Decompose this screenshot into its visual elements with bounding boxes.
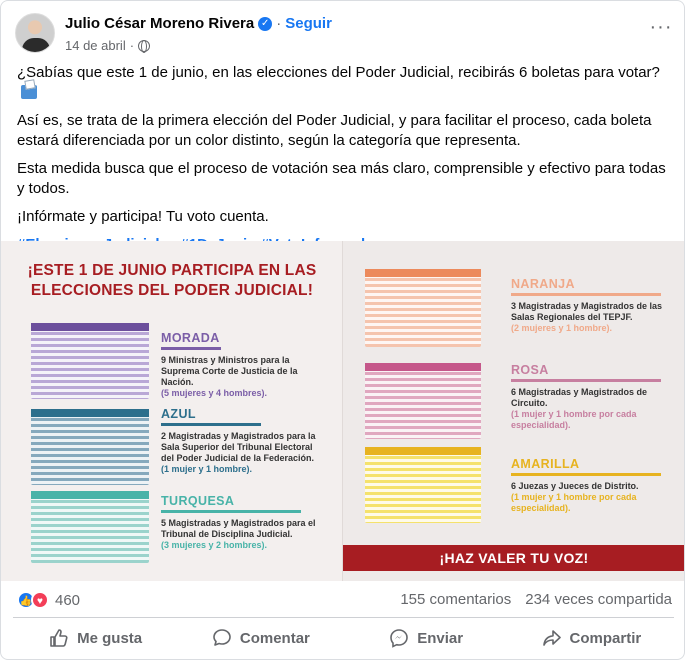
category-morada-title: MORADA <box>161 331 220 345</box>
send-label: Enviar <box>417 629 464 647</box>
avatar[interactable] <box>15 13 55 53</box>
category-naranja-desc: 3 Magistradas y Magistrados de las Salas… <box>511 301 663 322</box>
post-header: Julio César Moreno Rivera ✓ · Seguir 14 … <box>15 11 675 59</box>
infographic-cta-banner: ¡HAZ VALER TU VOZ! <box>343 545 684 571</box>
category-rosa-desc: 6 Magistradas y Magistrados de Circuito. <box>511 387 648 408</box>
ballot-amarilla-image <box>365 447 481 523</box>
reactions-summary[interactable]: 👍 ♥ 460 <box>17 591 80 609</box>
messenger-icon <box>390 629 408 648</box>
category-turquesa: TURQUESA 5 Magistradas y Magistrados par… <box>161 494 321 551</box>
author-name[interactable]: Julio César Moreno Rivera <box>65 15 254 32</box>
category-morada: MORADA 9 Ministras y Ministros para la S… <box>161 331 321 399</box>
category-rosa: ROSA 6 Magistradas y Magistrados de Circ… <box>511 363 666 431</box>
post-paragraph-1: ¿Sabías que este 1 de junio, en las elec… <box>17 63 672 103</box>
category-azul-line <box>161 423 261 426</box>
thumbs-up-icon <box>50 629 68 647</box>
post-paragraph-4: ¡Infórmate y participa! Tu voto cuenta. <box>17 208 269 225</box>
category-morada-desc: 9 Ministras y Ministros para la Suprema … <box>161 355 298 387</box>
infographic-right-panel: NARANJA 3 Magistradas y Magistrados de l… <box>343 241 684 581</box>
follow-button[interactable]: Seguir <box>285 15 332 32</box>
ballot-azul-image <box>31 409 149 485</box>
category-amarilla-desc: 6 Juezas y Jueces de Distrito. <box>511 481 639 491</box>
ballot-morada-image <box>31 323 149 399</box>
comment-label: Comentar <box>239 629 310 647</box>
like-button[interactable]: Me gusta <box>13 621 178 655</box>
category-morada-line <box>161 347 221 350</box>
category-amarilla-sub: (1 mujer y 1 hombre por cada especialida… <box>511 492 637 513</box>
ballot-naranja-image <box>365 269 481 347</box>
divider <box>13 617 674 618</box>
meta-separator: · <box>129 38 135 53</box>
post-actions: Me gusta Comentar Enviar Compartir <box>13 621 674 655</box>
category-rosa-line <box>511 379 661 382</box>
post-meta: 14 de abril · <box>65 38 151 53</box>
share-label: Compartir <box>569 629 642 647</box>
category-turquesa-title: TURQUESA <box>161 494 235 508</box>
category-rosa-title: ROSA <box>511 363 549 377</box>
ballot-turquesa-image <box>31 491 149 563</box>
author-row: Julio César Moreno Rivera ✓ · Seguir <box>65 15 332 32</box>
category-morada-sub: (5 mujeres y 4 hombres). <box>161 388 268 398</box>
category-naranja: NARANJA 3 Magistradas y Magistrados de l… <box>511 277 666 334</box>
facebook-post: Julio César Moreno Rivera ✓ · Seguir 14 … <box>0 0 685 660</box>
reaction-count: 460 <box>55 591 81 609</box>
engagement-counts: 155 comentarios 234 veces compartida <box>400 591 672 608</box>
like-label: Me gusta <box>77 629 143 647</box>
infographic-left-panel: ¡ESTE 1 DE JUNIO PARTICIPA EN LAS ELECCI… <box>1 241 343 581</box>
paragraph-1-text: ¿Sabías que este 1 de junio, en las elec… <box>17 64 660 81</box>
category-rosa-sub: (1 mujer y 1 hombre por cada especialida… <box>511 409 637 430</box>
category-naranja-line <box>511 293 661 296</box>
comments-count[interactable]: 155 comentarios <box>400 591 511 608</box>
comment-icon <box>213 629 231 646</box>
love-reaction-icon: ♥ <box>31 591 49 609</box>
comment-button[interactable]: Comentar <box>178 621 343 655</box>
more-options-button[interactable]: ··· <box>647 17 675 45</box>
post-stats: 👍 ♥ 460 155 comentarios 234 veces compar… <box>17 589 672 613</box>
category-turquesa-desc: 5 Magistradas y Magistrados para el Trib… <box>161 518 316 539</box>
post-paragraph-2: Así es, se trata de la primera elección … <box>17 112 652 149</box>
share-button[interactable]: Compartir <box>509 621 674 655</box>
category-amarilla-line <box>511 473 661 476</box>
category-naranja-title: NARANJA <box>511 277 575 291</box>
share-icon <box>542 630 561 646</box>
category-azul-desc: 2 Magistradas y Magistrados para la Sala… <box>161 431 316 463</box>
category-naranja-sub: (2 mujeres y 1 hombre). <box>511 323 613 333</box>
infographic-title: ¡ESTE 1 DE JUNIO PARTICIPA EN LAS ELECCI… <box>27 262 317 299</box>
category-turquesa-sub: (3 mujeres y 2 hombres). <box>161 540 268 550</box>
ballot-box-emoji-icon <box>21 85 37 99</box>
category-turquesa-line <box>161 510 301 513</box>
category-amarilla-title: AMARILLA <box>511 457 580 471</box>
category-azul-title: AZUL <box>161 407 196 421</box>
post-text: ¿Sabías que este 1 de junio, en las elec… <box>17 63 672 263</box>
category-azul: AZUL 2 Magistradas y Magistrados para la… <box>161 407 321 475</box>
post-image[interactable]: ¡ESTE 1 DE JUNIO PARTICIPA EN LAS ELECCI… <box>1 241 684 581</box>
globe-icon <box>138 39 151 53</box>
post-paragraph-3: Esta medida busca que el proceso de vota… <box>17 160 666 197</box>
verified-badge-icon: ✓ <box>258 16 273 31</box>
send-button[interactable]: Enviar <box>344 621 509 655</box>
category-amarilla: AMARILLA 6 Juezas y Jueces de Distrito. … <box>511 457 666 514</box>
ballot-rosa-image <box>365 363 481 439</box>
separator-dot: · <box>276 15 282 32</box>
category-azul-sub: (1 mujer y 1 hombre). <box>161 464 253 474</box>
shares-count[interactable]: 234 veces compartida <box>525 591 672 608</box>
post-date[interactable]: 14 de abril <box>65 38 126 53</box>
